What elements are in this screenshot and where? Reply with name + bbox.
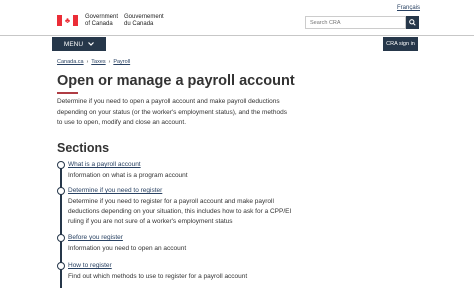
page-title: Open or manage a payroll account — [57, 73, 295, 89]
search-input[interactable] — [305, 16, 406, 29]
breadcrumb-separator-icon: › — [108, 59, 111, 65]
search-button[interactable] — [406, 16, 419, 29]
header-divider — [0, 35, 474, 36]
search-icon — [409, 19, 416, 26]
canada-flag-icon: ♣ — [57, 15, 78, 26]
search-bar — [305, 16, 419, 29]
breadcrumb-taxes[interactable]: Taxes — [91, 59, 105, 65]
section-link-how-to-register[interactable]: How to register — [68, 262, 112, 270]
gov-fr-line2: du Canada — [124, 21, 154, 27]
timeline-dot-icon — [57, 161, 65, 169]
timeline-dot-icon — [57, 262, 65, 270]
intro-paragraph: Determine if you need to open a payroll … — [57, 98, 287, 126]
signin-button[interactable]: CRA sign in — [383, 37, 418, 51]
gov-fr-line1: Gouvernement — [124, 14, 164, 20]
chevron-down-icon — [88, 42, 94, 46]
sections-heading: Sections — [57, 141, 110, 155]
timeline-dot-icon — [57, 234, 65, 242]
gov-en-line1: Government — [85, 14, 119, 20]
government-signature[interactable]: ♣ Government of Canada Gouvernement du C… — [57, 14, 170, 28]
menu-label: MENU — [63, 40, 84, 48]
breadcrumb-canada[interactable]: Canada.ca — [57, 59, 84, 65]
title-underline — [57, 92, 78, 94]
section-description: Determine if you need to register for a … — [68, 198, 292, 225]
government-wordmark: Government of Canada Gouvernement du Can… — [85, 14, 170, 28]
language-toggle-link[interactable]: Français — [397, 5, 420, 11]
section-link-determine[interactable]: Determine if you need to register — [68, 187, 162, 195]
menu-button[interactable]: MENU — [52, 37, 106, 51]
breadcrumb-separator-icon: › — [86, 59, 89, 65]
section-description: Find out which methods to use to registe… — [68, 273, 248, 280]
breadcrumb: Canada.ca › Taxes › Payroll — [57, 59, 130, 65]
section-link-before-register[interactable]: Before you register — [68, 234, 123, 242]
section-description: Information on what is a program account — [68, 172, 188, 179]
section-link-payroll-account[interactable]: What is a payroll account — [68, 161, 141, 169]
timeline-dot-icon — [57, 187, 65, 195]
section-description: Information you need to open an account — [68, 245, 187, 252]
breadcrumb-payroll[interactable]: Payroll — [113, 59, 130, 65]
gov-en-line2: of Canada — [85, 21, 113, 27]
